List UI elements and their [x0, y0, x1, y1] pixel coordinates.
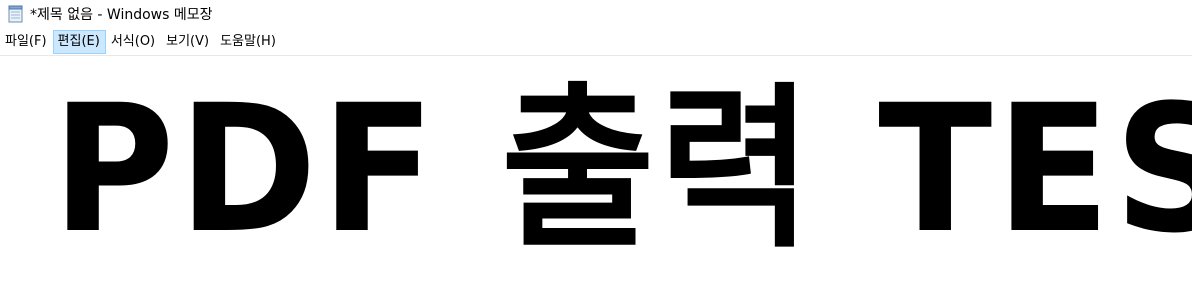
editor-content[interactable]: PDF 출력 TEST [52, 70, 1192, 270]
menu-view[interactable]: 보기(V) [161, 30, 215, 54]
title-bar[interactable]: *제목 없음 - Windows 메모장 [0, 0, 1192, 28]
menu-help[interactable]: 도움말(H) [215, 30, 282, 54]
menu-bar: 파일(F) 편집(E) 서식(O) 보기(V) 도움말(H) [0, 28, 1192, 56]
menu-format[interactable]: 서식(O) [106, 30, 161, 54]
notepad-icon [7, 5, 25, 23]
menu-file[interactable]: 파일(F) [0, 30, 53, 54]
window-title: *제목 없음 - Windows 메모장 [30, 7, 213, 23]
menu-edit[interactable]: 편집(E) [52, 29, 106, 54]
text-editor-area[interactable]: PDF 출력 TEST [0, 56, 1192, 293]
notepad-window: *제목 없음 - Windows 메모장 파일(F) 편집(E) 서식(O) 보… [0, 0, 1192, 293]
